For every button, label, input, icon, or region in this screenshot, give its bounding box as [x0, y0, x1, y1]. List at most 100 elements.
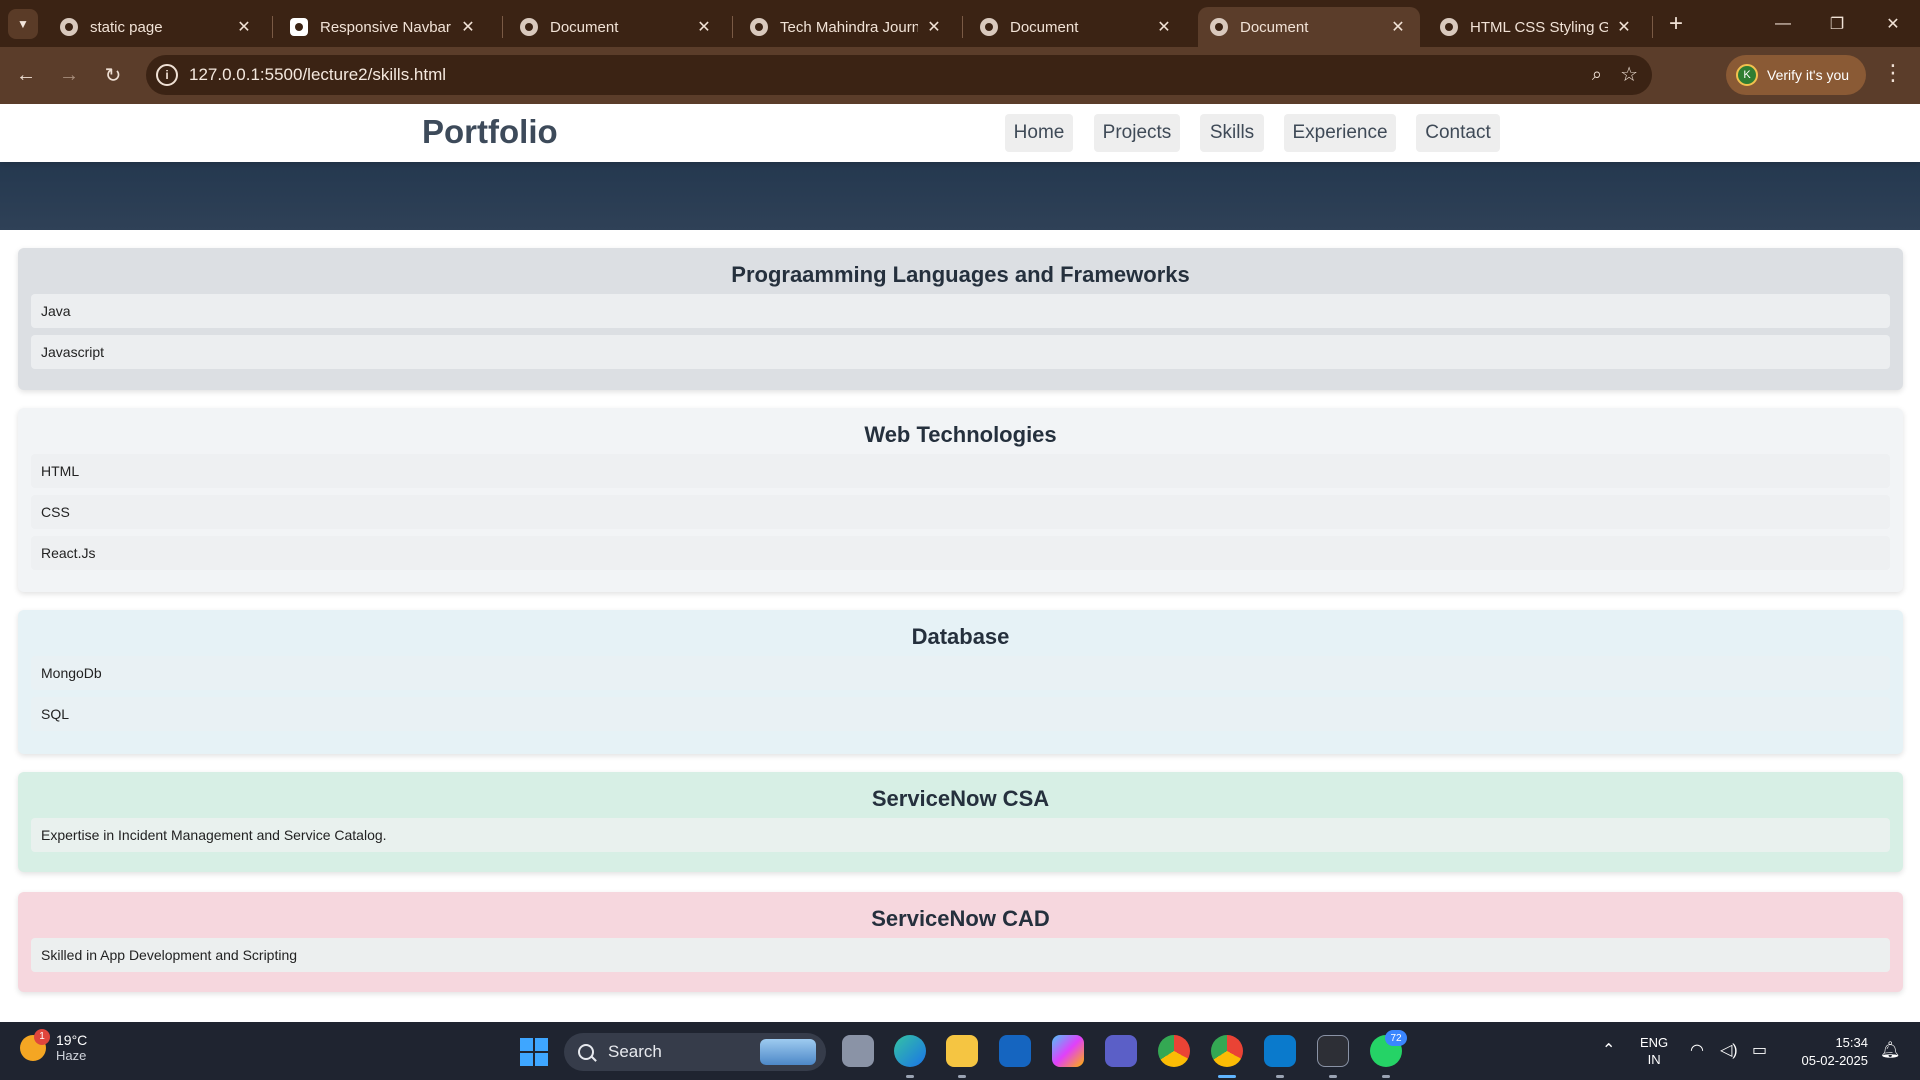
section-title: ServiceNow CSA [871, 786, 1050, 811]
windows-start-icon[interactable] [520, 1038, 548, 1066]
language-indicator[interactable]: ENG IN [1640, 1034, 1668, 1068]
url-text[interactable]: 127.0.0.1:5500/lecture2/skills.html [189, 65, 446, 85]
skill-section: Prograamming Languages and Frameworks Ja… [18, 248, 1903, 390]
outlook-icon[interactable] [999, 1035, 1031, 1067]
back-arrow-icon[interactable]: ← [9, 58, 43, 92]
search-icon [578, 1044, 594, 1060]
tab-title: Document [1010, 18, 1079, 36]
reload-icon[interactable]: ↻ [96, 58, 130, 92]
nav-link-home[interactable]: Home [1005, 114, 1073, 152]
chevron-up-icon[interactable]: ⌃ [1602, 1040, 1615, 1060]
skill-item: Javascript [31, 335, 1890, 369]
task-view-icon[interactable] [842, 1035, 874, 1067]
nav-link-experience[interactable]: Experience [1284, 114, 1396, 152]
info-icon[interactable]: i [156, 64, 178, 86]
avatar: K [1736, 64, 1758, 86]
chrome-icon[interactable] [1158, 1035, 1190, 1067]
teams-icon[interactable] [1105, 1035, 1137, 1067]
app-running-indicator [958, 1075, 966, 1078]
copilot-icon[interactable] [1052, 1035, 1084, 1067]
kebab-menu-icon[interactable]: ⋮ [1878, 60, 1908, 86]
tab-title: Document [550, 18, 619, 36]
skill-section: ServiceNow CAD Skilled in App Developmen… [18, 892, 1903, 992]
edge-icon[interactable] [894, 1035, 926, 1067]
nav-link-contact[interactable]: Contact [1416, 114, 1500, 152]
weather-desc: Haze [56, 1048, 87, 1063]
search-label: Search [608, 1042, 662, 1061]
tab-separator [272, 16, 273, 38]
close-window-icon[interactable]: ✕ [1866, 0, 1920, 47]
system-clock[interactable]: 15:34 05-02-2025 [1788, 1034, 1869, 1070]
chevron-down-icon[interactable]: ▼ [8, 9, 38, 39]
restore-icon[interactable]: ❐ [1810, 0, 1864, 47]
browser-tab-active[interactable]: Document ✕ [1198, 7, 1420, 47]
weather-temp: 19°C [56, 1032, 88, 1048]
app-running-indicator [1329, 1075, 1337, 1078]
search-highlight-image [760, 1039, 816, 1065]
skill-item: Expertise in Incident Management and Ser… [31, 818, 1890, 852]
section-title: Prograamming Languages and Frameworks [731, 262, 1190, 287]
skill-section: Web Technologies HTML CSS React.Js [18, 408, 1903, 592]
tab-title: Document [1240, 18, 1309, 36]
app-running-indicator [1382, 1075, 1390, 1078]
browser-tab[interactable]: Document ✕ [508, 7, 726, 47]
verify-profile-button[interactable]: K Verify it's you [1726, 55, 1866, 95]
zoom-icon[interactable]: ⌕ [1592, 64, 1602, 85]
skill-item: HTML [31, 454, 1890, 488]
skill-item: MongoDb [31, 656, 1890, 690]
forward-arrow-icon[interactable]: → [52, 58, 86, 92]
section-title: Database [911, 624, 1010, 649]
close-icon[interactable]: ✕ [1154, 17, 1174, 37]
skill-item: React.Js [31, 536, 1890, 570]
web-page: Portfolio Home Projects Skills Experienc… [0, 104, 1920, 1022]
nav-link-skills[interactable]: Skills [1200, 114, 1264, 152]
close-icon[interactable]: ✕ [1388, 17, 1408, 37]
battery-icon[interactable]: ▭ [1752, 1040, 1767, 1060]
star-icon[interactable]: ☆ [1620, 62, 1638, 87]
close-icon[interactable]: ✕ [234, 17, 254, 37]
skill-item: Skilled in App Development and Scripting [31, 938, 1890, 972]
skill-item: CSS [31, 495, 1890, 529]
tab-title: Responsive Navbar (HT [320, 18, 452, 36]
skill-section: ServiceNow CSA Expertise in Incident Man… [18, 772, 1903, 872]
close-icon[interactable]: ✕ [694, 17, 714, 37]
minimize-icon[interactable]: — [1756, 0, 1810, 47]
address-bar[interactable]: i 127.0.0.1:5500/lecture2/skills.html ⌕ … [146, 55, 1652, 95]
site-brand[interactable]: Portfolio [422, 113, 558, 151]
browser-tab[interactable]: Responsive Navbar (HT ✕ [278, 7, 490, 47]
vscode-icon[interactable] [1264, 1035, 1296, 1067]
skill-item: SQL [31, 697, 1890, 731]
chrome-profile-icon[interactable] [1211, 1035, 1243, 1067]
browser-tab[interactable]: Document ✕ [968, 7, 1186, 47]
notification-badge: 1 [34, 1028, 50, 1045]
browser-toolbar: ← → ↻ i 127.0.0.1:5500/lecture2/skills.h… [0, 47, 1920, 104]
tab-separator [732, 16, 733, 38]
notification-bell-icon[interactable]: 🔔︎ [1880, 1040, 1900, 1060]
close-icon[interactable]: ✕ [1614, 17, 1634, 37]
site-favicon-icon [290, 18, 308, 36]
tab-title: Tech Mahindra Journey [780, 18, 918, 36]
new-tab-button[interactable]: + [1660, 8, 1692, 40]
volume-icon[interactable]: ◁) [1720, 1040, 1738, 1060]
wifi-icon[interactable]: ◠ [1690, 1040, 1704, 1060]
close-icon[interactable]: ✕ [924, 17, 944, 37]
browser-tab-strip: ▼ static page ✕ Responsive Navbar (HT ✕ … [0, 0, 1920, 47]
browser-tab[interactable]: Tech Mahindra Journey ✕ [738, 7, 956, 47]
nav-link-projects[interactable]: Projects [1094, 114, 1180, 152]
verify-label: Verify it's you [1767, 67, 1850, 83]
file-explorer-icon[interactable] [946, 1035, 978, 1067]
close-icon[interactable]: ✕ [458, 17, 478, 37]
terminal-icon[interactable] [1317, 1035, 1349, 1067]
tab-title: static page [90, 18, 163, 36]
browser-tab[interactable]: static page ✕ [48, 7, 266, 47]
globe-icon [1440, 18, 1458, 36]
weather-widget[interactable]: 1 19°C Haze [20, 1028, 88, 1063]
section-title: ServiceNow CAD [871, 906, 1050, 931]
skill-item: Java [31, 294, 1890, 328]
browser-tab[interactable]: HTML CSS Styling Guid ✕ [1428, 7, 1646, 47]
globe-icon [520, 18, 538, 36]
taskbar-search[interactable]: Search [564, 1033, 826, 1071]
site-navbar: Portfolio Home Projects Skills Experienc… [0, 104, 1920, 162]
app-active-indicator [1218, 1075, 1236, 1078]
lang-line: ENG [1640, 1035, 1669, 1050]
